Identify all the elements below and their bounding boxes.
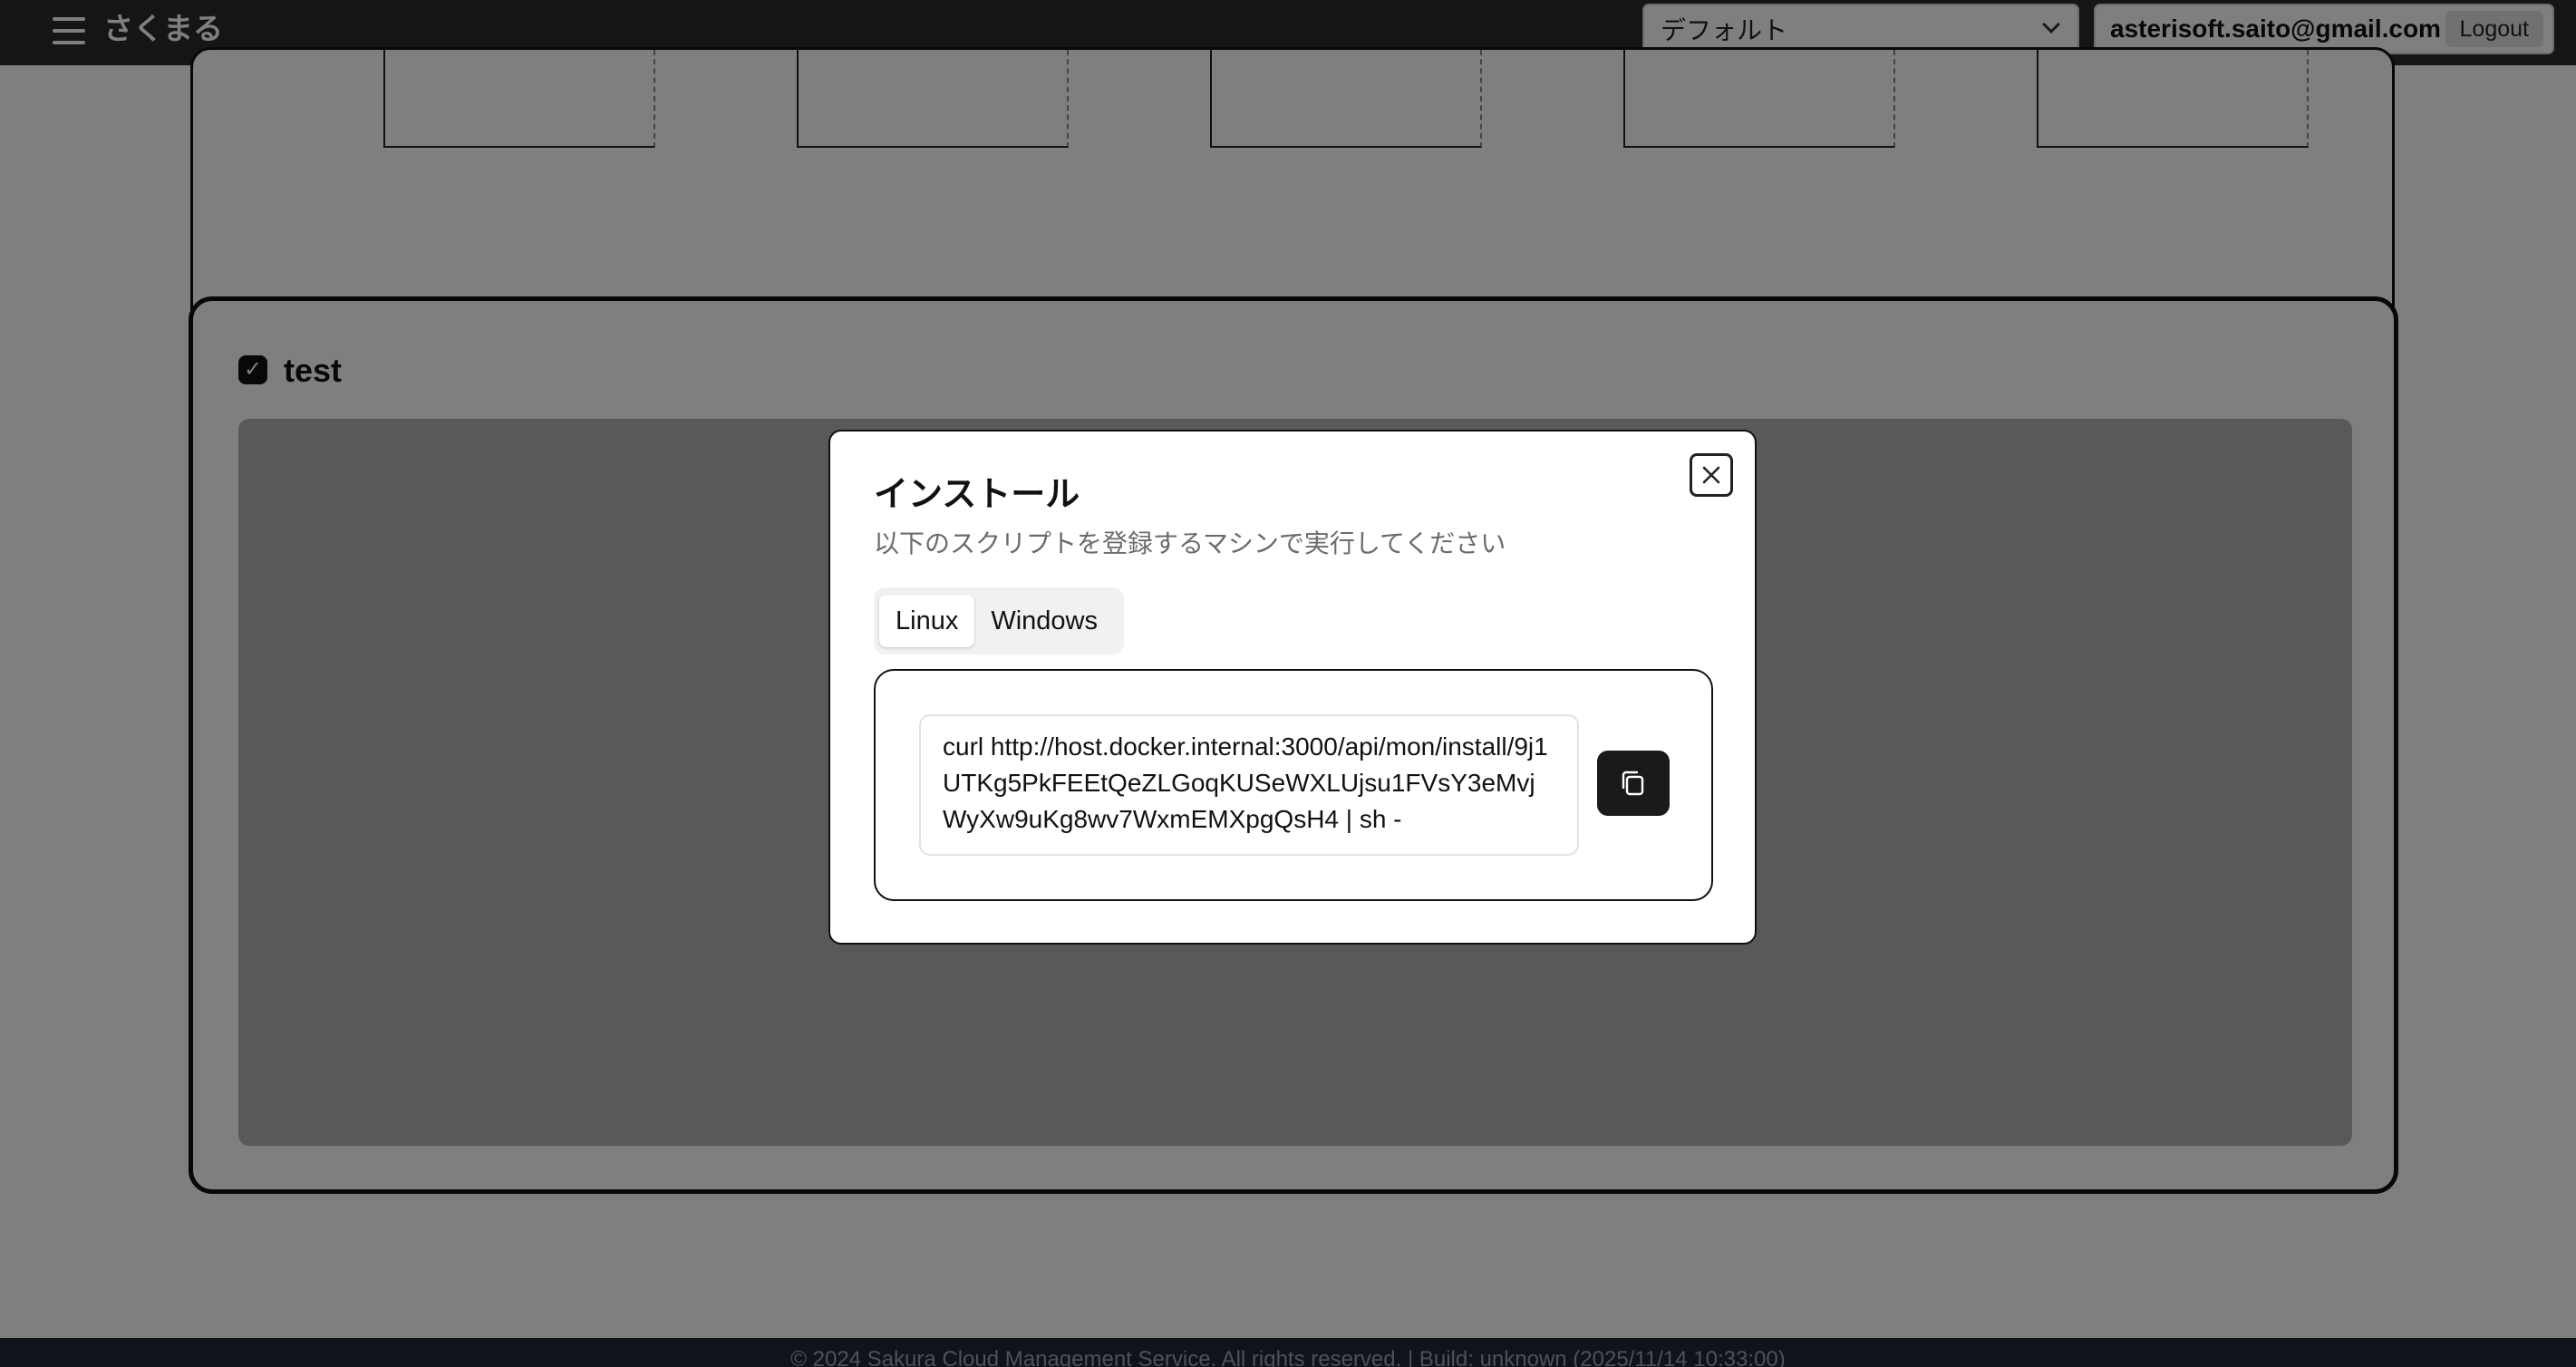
copy-icon — [1622, 771, 1644, 796]
close-button[interactable] — [1690, 453, 1733, 497]
tab-windows[interactable]: Windows — [974, 595, 1114, 647]
copy-button[interactable] — [1597, 751, 1670, 816]
install-modal: インストール 以下のスクリプトを登録するマシンで実行してください Linux W… — [828, 430, 1757, 945]
tab-linux[interactable]: Linux — [879, 595, 975, 647]
command-card: curl http://host.docker.internal:3000/ap… — [874, 669, 1713, 901]
os-tabs: Linux Windows — [874, 587, 1124, 654]
install-command-text[interactable]: curl http://host.docker.internal:3000/ap… — [919, 714, 1579, 856]
close-icon — [1702, 466, 1720, 484]
modal-title: インストール — [874, 474, 1080, 514]
modal-subtitle: 以下のスクリプトを登録するマシンで実行してください — [874, 528, 1506, 558]
